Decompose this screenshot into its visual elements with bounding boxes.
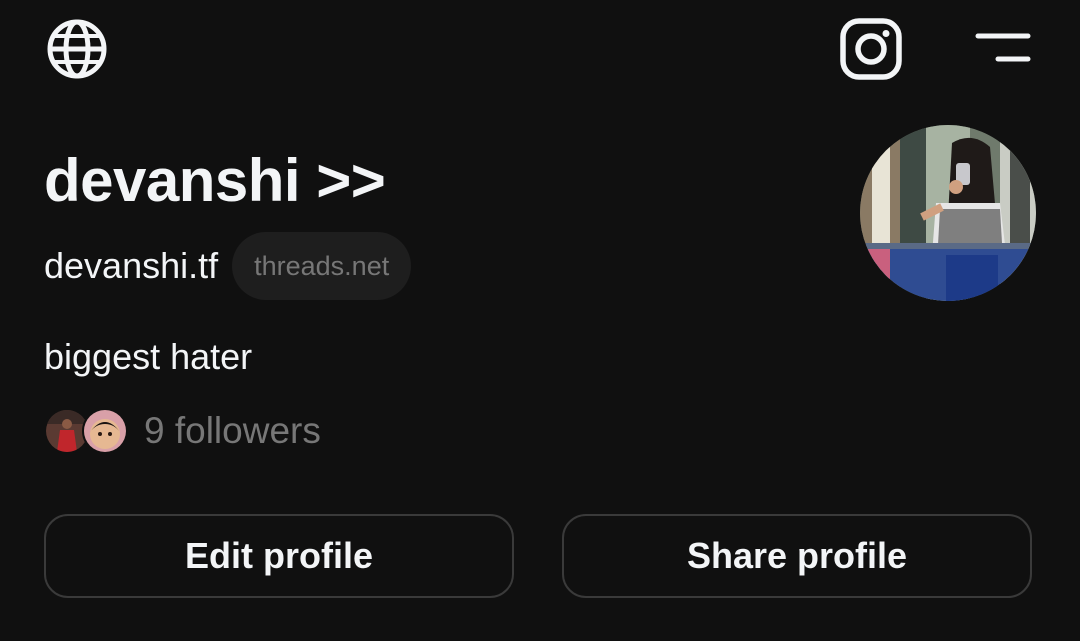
instagram-icon[interactable] (838, 16, 904, 82)
menu-icon[interactable] (970, 28, 1036, 68)
profile-avatar[interactable] (860, 125, 1036, 301)
profile-bio: biggest hater (44, 336, 253, 377)
threads-domain-chip[interactable]: threads.net (232, 232, 412, 300)
followers-count: 9 followers (144, 410, 321, 451)
follower-avatar (82, 408, 128, 454)
edit-profile-button[interactable]: Edit profile (44, 514, 514, 598)
followers-link[interactable]: 9 followers (44, 408, 321, 454)
username-row: devanshi.tf threads.net (44, 232, 412, 300)
profile-username: devanshi.tf (44, 245, 219, 286)
share-profile-button[interactable]: Share profile (562, 514, 1032, 598)
profile-display-name: devanshi >> (44, 147, 386, 214)
globe-icon[interactable] (44, 16, 110, 82)
